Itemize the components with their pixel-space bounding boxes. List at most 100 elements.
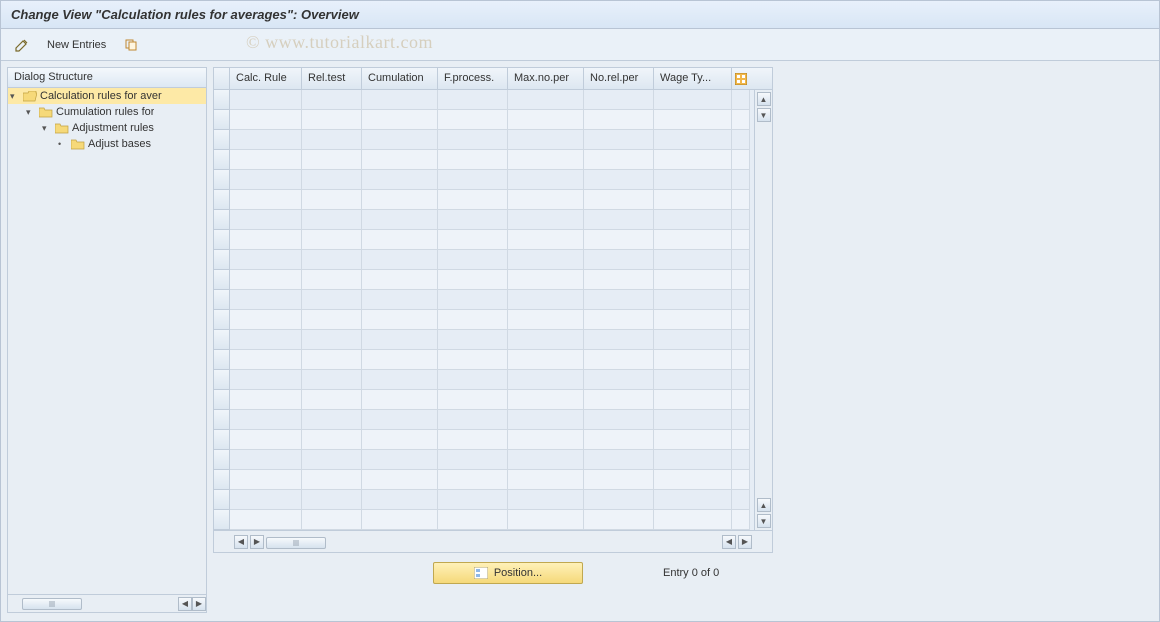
row-handle[interactable] (214, 310, 230, 330)
grid-cell[interactable] (302, 210, 362, 230)
row-handle[interactable] (214, 290, 230, 310)
row-handle[interactable] (214, 450, 230, 470)
grid-cell[interactable] (508, 130, 584, 150)
row-handle[interactable] (214, 170, 230, 190)
col-header-no-rel-per[interactable]: No.rel.per (584, 68, 654, 89)
grid-cell[interactable] (230, 390, 302, 410)
col-header-calc-rule[interactable]: Calc. Rule (230, 68, 302, 89)
grid-cell[interactable] (508, 430, 584, 450)
grid-cell[interactable] (302, 110, 362, 130)
grid-cell[interactable] (302, 230, 362, 250)
row-handle[interactable] (214, 430, 230, 450)
grid-cell[interactable] (230, 430, 302, 450)
grid-cell[interactable] (438, 350, 508, 370)
grid-cell[interactable] (230, 290, 302, 310)
grid-cell[interactable] (654, 170, 732, 190)
grid-cell[interactable] (230, 110, 302, 130)
table-row[interactable] (214, 470, 754, 490)
grid-cell[interactable] (302, 190, 362, 210)
grid-cell[interactable] (230, 350, 302, 370)
grid-cell[interactable] (302, 310, 362, 330)
grid-cell[interactable] (438, 230, 508, 250)
grid-cell[interactable] (438, 330, 508, 350)
grid-cell[interactable] (230, 190, 302, 210)
grid-cell[interactable] (508, 90, 584, 110)
grid-cell[interactable] (302, 410, 362, 430)
grid-cell[interactable] (362, 110, 438, 130)
grid-cell[interactable] (362, 510, 438, 530)
table-row[interactable] (214, 350, 754, 370)
grid-cell[interactable] (438, 470, 508, 490)
grid-cell[interactable] (654, 410, 732, 430)
grid-cell[interactable] (438, 250, 508, 270)
grid-cell[interactable] (654, 150, 732, 170)
grid-cell[interactable] (654, 370, 732, 390)
grid-cell[interactable] (508, 490, 584, 510)
grid-cell[interactable] (302, 490, 362, 510)
table-row[interactable] (214, 450, 754, 470)
grid-cell[interactable] (230, 150, 302, 170)
table-row[interactable] (214, 370, 754, 390)
grid-cell[interactable] (438, 310, 508, 330)
grid-cell[interactable] (438, 90, 508, 110)
grid-cell[interactable] (438, 210, 508, 230)
grid-cell[interactable] (508, 310, 584, 330)
scroll-left-icon[interactable]: ◀ (234, 535, 248, 549)
tree-item-calculation-rules[interactable]: ▾ Calculation rules for aver (8, 88, 206, 104)
grid-cell[interactable] (654, 250, 732, 270)
tree-toggle-icon[interactable]: ▾ (10, 91, 20, 102)
grid-cell[interactable] (584, 350, 654, 370)
grid-cell[interactable] (230, 270, 302, 290)
grid-cell[interactable] (584, 430, 654, 450)
new-entries-button[interactable]: New Entries (39, 34, 114, 56)
grid-cell[interactable] (584, 470, 654, 490)
row-handle[interactable] (214, 510, 230, 530)
grid-cell[interactable] (438, 430, 508, 450)
grid-cell[interactable] (584, 230, 654, 250)
grid-cell[interactable] (584, 110, 654, 130)
row-handle[interactable] (214, 190, 230, 210)
scroll-up-icon[interactable]: ▲ (757, 498, 771, 512)
row-handle[interactable] (214, 230, 230, 250)
grid-cell[interactable] (654, 130, 732, 150)
grid-cell[interactable] (362, 90, 438, 110)
grid-cell[interactable] (362, 330, 438, 350)
grid-cell[interactable] (508, 170, 584, 190)
table-row[interactable] (214, 490, 754, 510)
grid-cell[interactable] (362, 490, 438, 510)
scroll-down-icon[interactable]: ▼ (757, 108, 771, 122)
tree-toggle-icon[interactable]: ▾ (26, 107, 36, 118)
grid-config-icon[interactable] (732, 68, 750, 89)
grid-cell[interactable] (584, 490, 654, 510)
row-handle[interactable] (214, 330, 230, 350)
table-row[interactable] (214, 150, 754, 170)
grid-cell[interactable] (438, 190, 508, 210)
grid-cell[interactable] (438, 110, 508, 130)
grid-cell[interactable] (654, 470, 732, 490)
tree-toggle-icon[interactable]: ▾ (42, 123, 52, 134)
table-row[interactable] (214, 290, 754, 310)
grid-cell[interactable] (302, 270, 362, 290)
grid-cell[interactable] (654, 110, 732, 130)
row-handle[interactable] (214, 150, 230, 170)
grid-cell[interactable] (654, 90, 732, 110)
grid-cell[interactable] (584, 150, 654, 170)
grid-cell[interactable] (654, 290, 732, 310)
grid-cell[interactable] (302, 450, 362, 470)
grid-cell[interactable] (302, 250, 362, 270)
grid-cell[interactable] (508, 190, 584, 210)
grid-cell[interactable] (302, 350, 362, 370)
table-row[interactable] (214, 210, 754, 230)
grid-cell[interactable] (584, 190, 654, 210)
grid-cell[interactable] (654, 510, 732, 530)
grid-cell[interactable] (508, 410, 584, 430)
grid-cell[interactable] (584, 510, 654, 530)
grid-cell[interactable] (654, 350, 732, 370)
grid-cell[interactable] (362, 310, 438, 330)
grid-cell[interactable] (230, 310, 302, 330)
row-handle[interactable] (214, 210, 230, 230)
grid-cell[interactable] (584, 250, 654, 270)
table-row[interactable] (214, 390, 754, 410)
col-header-f-process[interactable]: F.process. (438, 68, 508, 89)
scroll-right-icon[interactable]: ▶ (192, 597, 206, 611)
